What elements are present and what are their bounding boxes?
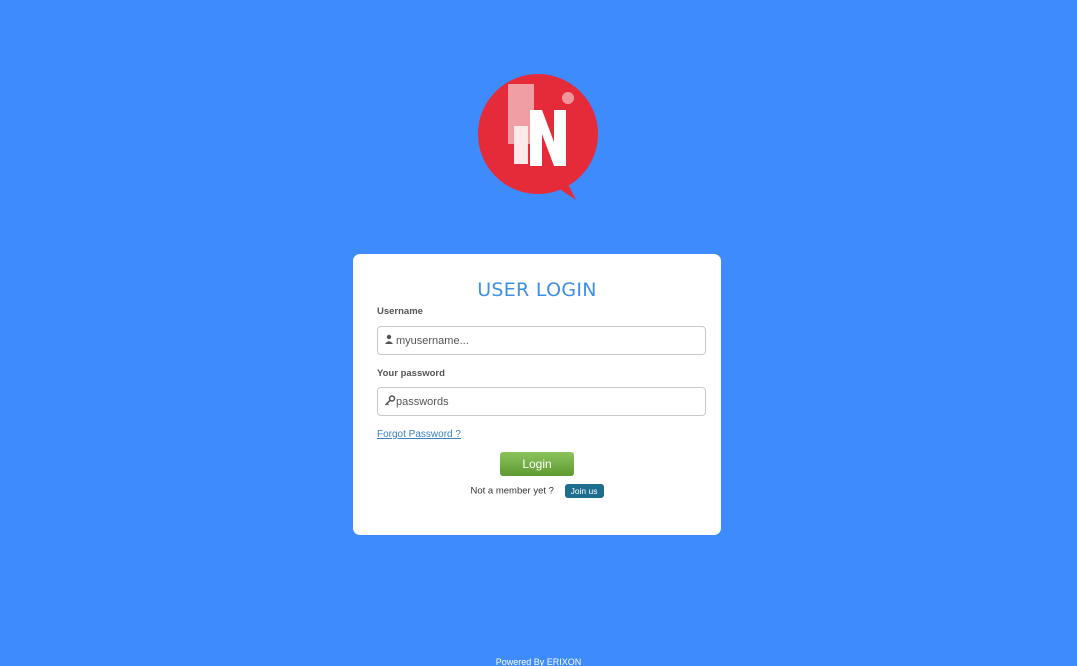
username-field-container — [377, 326, 706, 355]
password-input[interactable] — [396, 392, 696, 412]
not-member-text: Not a member yet ? — [470, 485, 554, 497]
forgot-password-link[interactable]: Forgot Password ? — [377, 429, 461, 440]
login-title: USER LOGIN — [477, 279, 597, 301]
footer-text: Powered By ERIXON — [495, 657, 582, 666]
signup-row: Not a member yet ? Join us — [353, 484, 721, 498]
username-input[interactable] — [396, 331, 696, 351]
brand-logo-image — [478, 74, 598, 200]
password-field-container — [377, 387, 706, 416]
brand-logo — [478, 74, 602, 204]
join-us-button[interactable]: Join us — [564, 484, 604, 498]
username-label: Username — [377, 306, 423, 317]
password-label: Your password — [377, 368, 445, 379]
user-icon — [384, 331, 396, 344]
login-button[interactable]: Login — [500, 452, 574, 476]
key-icon — [384, 392, 396, 406]
login-card: USER LOGIN Username Your password Forgot… — [353, 254, 721, 535]
